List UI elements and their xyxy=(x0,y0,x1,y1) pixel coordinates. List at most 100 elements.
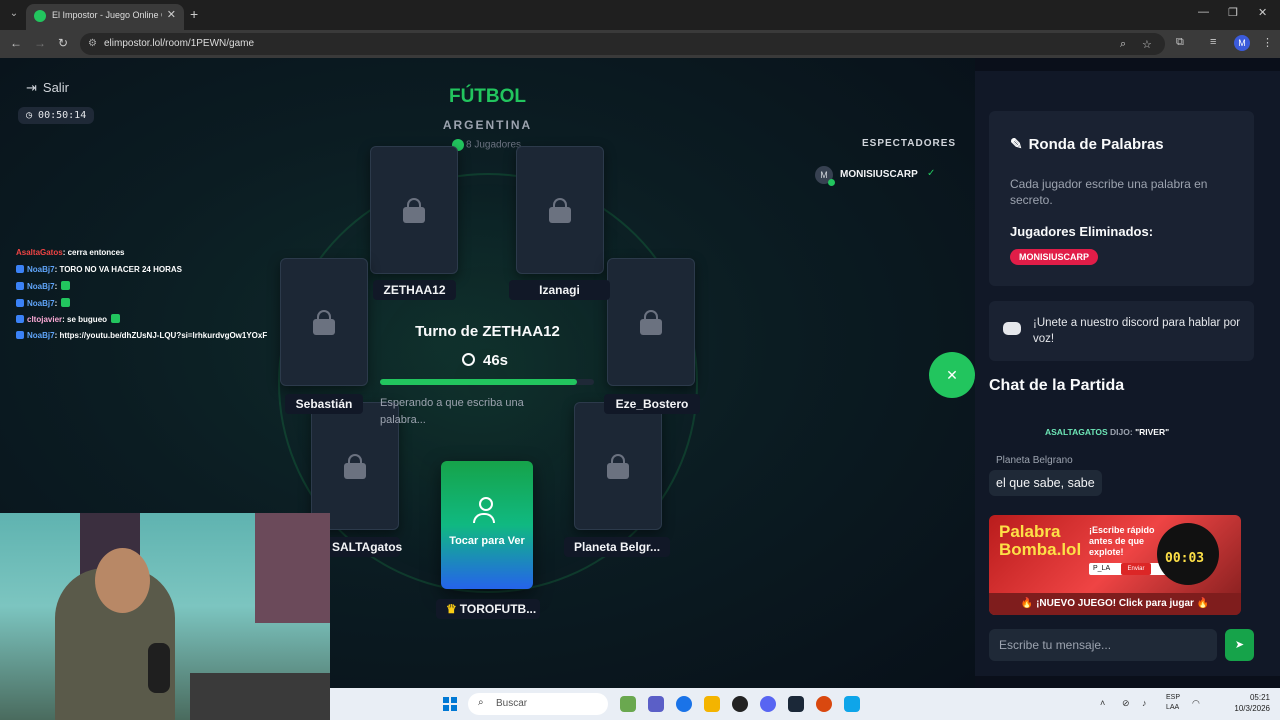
close-tab-icon[interactable]: ✕ xyxy=(167,8,176,21)
send-button[interactable]: ➤ xyxy=(1225,629,1254,661)
system-message: ASALTAGATOS DIJO: "RIVER" xyxy=(1045,427,1169,437)
my-card[interactable]: Tocar para Ver xyxy=(441,461,533,589)
exit-label: Salir xyxy=(42,80,69,95)
stream-chat-line: NoaBj7: https://youtu.be/dhZUsNJ-LQU?si=… xyxy=(16,330,316,348)
taskbar-search[interactable]: ⌕ Buscar xyxy=(468,693,608,715)
obs-icon[interactable] xyxy=(816,696,832,712)
player-name: Sebastián xyxy=(285,394,363,414)
profile-avatar[interactable]: M xyxy=(1234,35,1250,51)
eliminated-badge: MONISIUSCARP xyxy=(1010,249,1099,265)
stream-chat-line: cltojavier: se bugueo xyxy=(16,314,316,331)
lock-icon xyxy=(608,310,694,335)
exit-button[interactable]: ⇥ Salir xyxy=(26,80,69,96)
browser-toolbar: ← → ↻ ⚙ elimpostor.lol/room/1PEWN/game ⌕… xyxy=(0,30,1280,58)
media-icon[interactable]: ≡ xyxy=(1210,36,1216,48)
stream-chat-user: cltojavier xyxy=(27,315,63,324)
discord-text: ¡Unete a nuestro discord para hablar por… xyxy=(1033,317,1241,345)
emote-icon xyxy=(61,281,71,290)
turn-progress-bar xyxy=(380,379,594,385)
player-card-planeta-belgrano[interactable] xyxy=(574,402,662,530)
spectator-name: MONISIUSCARP xyxy=(840,169,918,180)
github-icon[interactable] xyxy=(732,696,748,712)
zoom-icon[interactable]: ⌕ xyxy=(1120,38,1126,51)
stream-chat-line: NoaBj7: TORO NO VA HACER 24 HORAS xyxy=(16,264,316,282)
new-tab-button[interactable]: + xyxy=(190,6,198,22)
turn-progress-fill xyxy=(380,379,577,385)
my-player-name: ♛ TOROFUTB... xyxy=(436,599,540,619)
taskbar-app-icon[interactable] xyxy=(844,696,860,712)
badge-icon xyxy=(16,264,24,273)
player-name: Izanagi xyxy=(509,280,610,300)
floating-action-button[interactable]: ✕ xyxy=(929,352,975,398)
lock-icon xyxy=(575,454,661,479)
player-card-zethaa12[interactable] xyxy=(370,146,458,274)
emote-icon xyxy=(111,314,121,323)
pencil-icon: ✎ xyxy=(1010,136,1023,153)
players-count-label: 8 Jugadores xyxy=(466,139,522,151)
my-card-label: Tocar para Ver xyxy=(449,535,525,547)
tab-title: El Impostor - Juego Online Gra xyxy=(52,10,162,20)
forward-icon[interactable]: → xyxy=(34,36,46,50)
round-info-card: ✎ Ronda de Palabras Cada jugador escribe … xyxy=(989,111,1254,286)
chrome-icon[interactable] xyxy=(676,696,692,712)
category-subtitle: ARGENTINA xyxy=(442,118,533,132)
language-indicator[interactable]: ESP LAA xyxy=(1166,693,1180,713)
chat-input[interactable]: Escribe tu mensaje... xyxy=(989,629,1217,661)
discord-taskbar-icon[interactable] xyxy=(760,696,776,712)
tray-mic-icon[interactable]: ♪ xyxy=(1142,698,1147,708)
url-text: elimpostor.lol/room/1PEWN/game xyxy=(104,38,255,49)
close-window-button[interactable]: ✕ xyxy=(1258,6,1267,19)
message-author: Planeta Belgrano xyxy=(996,455,1073,466)
windows-start-icon[interactable] xyxy=(443,697,457,711)
extensions-icon[interactable]: ⧉ xyxy=(1176,36,1184,49)
taskbar-clock[interactable]: 05:21 10/3/2026 xyxy=(1210,692,1270,714)
maximize-button[interactable]: ❐ xyxy=(1228,6,1238,19)
stream-chat-text: : se bugueo xyxy=(62,315,108,324)
tray-wifi-icon[interactable]: ◠ xyxy=(1192,698,1200,709)
teams-icon[interactable] xyxy=(648,696,664,712)
stream-chat-overlay: AsaltaGatos: cerra entonces NoaBj7: TORO … xyxy=(16,248,316,347)
ad-send-demo: Enviar xyxy=(1121,563,1151,575)
browser-tab[interactable]: El Impostor - Juego Online Gra ✕ xyxy=(26,4,184,30)
menu-dots-icon[interactable]: ⋮ xyxy=(1262,36,1273,49)
url-bar[interactable]: ⚙ elimpostor.lol/room/1PEWN/game ⌕ ☆ xyxy=(80,33,1165,55)
bookmark-star-icon[interactable]: ☆ xyxy=(1142,38,1152,51)
tab-search-icon[interactable]: ⌄ xyxy=(6,6,22,22)
discord-banner[interactable]: ¡Unete a nuestro discord para hablar por… xyxy=(989,301,1254,361)
site-info-icon[interactable]: ⚙ xyxy=(88,38,97,49)
waiting-text: Esperando a que escriba una palabra... xyxy=(380,397,524,426)
back-icon[interactable]: ← xyxy=(10,36,22,50)
avatar: M xyxy=(815,166,835,186)
side-panel: ✎ Ronda de Palabras Cada jugador escribe … xyxy=(975,71,1280,676)
stream-chat-text: : https://youtu.be/dhZUsNJ-LQU?si=lrhkur… xyxy=(54,330,268,340)
palabra-bomba-ad[interactable]: Palabra Bomba.lol ¡Escribe rápido antes d… xyxy=(989,515,1241,615)
stream-chat-user: NoaBj7 xyxy=(27,330,55,340)
player-card-izanagi[interactable] xyxy=(516,146,604,274)
verified-check-icon: ✓ xyxy=(927,168,936,179)
eliminated-label: Jugadores Eliminados: xyxy=(1010,224,1154,239)
send-icon: ➤ xyxy=(1234,639,1245,651)
taskbar-app-icon[interactable] xyxy=(620,696,636,712)
stream-chat-line: NoaBj7: xyxy=(16,297,316,315)
close-icon: ✕ xyxy=(946,367,958,383)
folder-icon[interactable] xyxy=(704,696,720,712)
system-message-verb: DIJO: xyxy=(1110,427,1133,437)
tray-network-icon[interactable]: ⊘ xyxy=(1122,698,1130,709)
player-card-eze-bostero[interactable] xyxy=(607,258,695,386)
online-dot-icon xyxy=(828,179,835,186)
steam-icon[interactable] xyxy=(788,696,804,712)
chat-title: Chat de la Partida xyxy=(989,377,1125,394)
stream-chat-user: NoaBj7 xyxy=(27,298,55,308)
ad-slogan: ¡Escribe rápido antes de que explote! xyxy=(1089,525,1155,557)
clock-icon: ◷ xyxy=(26,110,39,121)
ad-timer: 00:03 xyxy=(1165,551,1205,566)
player-name: Planeta Belgr... xyxy=(564,537,670,557)
minimize-button[interactable]: — xyxy=(1198,6,1209,18)
emote-icon xyxy=(61,297,71,307)
badge-icon xyxy=(16,315,24,323)
discord-icon xyxy=(1003,322,1021,335)
windows-taskbar: ⌕ Buscar ˄ ⊘ ♪ ESP LAA ◠ 05:21 10/3/2026 xyxy=(330,688,1280,720)
stream-chat-user: NoaBj7 xyxy=(27,282,55,291)
reload-icon[interactable]: ↻ xyxy=(58,36,68,50)
tray-chevron-icon[interactable]: ˄ xyxy=(1100,698,1105,708)
